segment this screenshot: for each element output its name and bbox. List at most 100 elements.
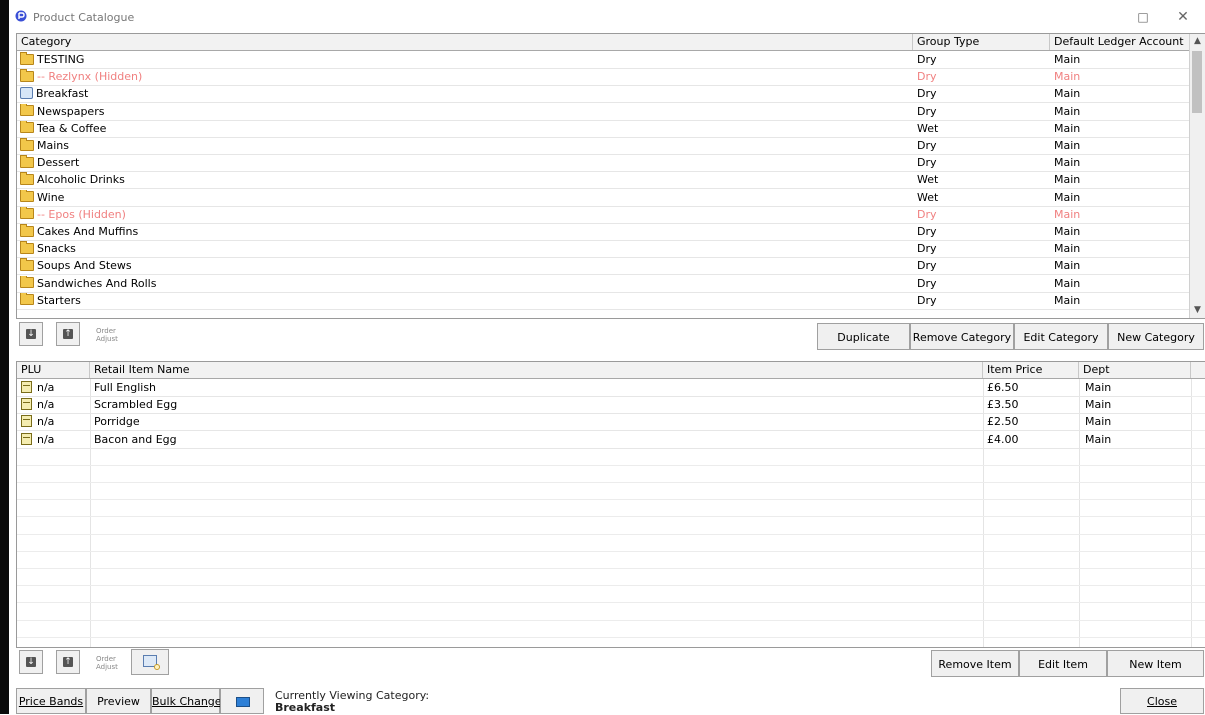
item-row[interactable]: n/a Scrambled Egg £3.50 Main xyxy=(17,397,1191,415)
category-name-cell: TESTING xyxy=(17,52,913,68)
item-name-cell: Porridge xyxy=(94,415,140,429)
category-row[interactable]: Starters Dry Main xyxy=(17,292,1189,310)
edit-item-button[interactable]: Edit Item xyxy=(1019,650,1107,677)
ledger-cell: Main xyxy=(1054,87,1081,101)
category-row[interactable]: Tea & Coffee Wet Main xyxy=(17,120,1189,138)
ledger-cell: Main xyxy=(1054,293,1081,307)
scroll-thumb[interactable] xyxy=(1192,51,1202,113)
app-logo-icon xyxy=(15,10,27,22)
category-row[interactable]: Mains Dry Main xyxy=(17,138,1189,155)
item-row[interactable]: n/a Full English £6.50 Main xyxy=(17,380,1191,397)
close-button[interactable]: Close xyxy=(1120,688,1204,714)
item-move-up-button[interactable]: ↑ xyxy=(56,650,80,674)
bulk-change-label: Bulk Change xyxy=(152,695,222,708)
group-type-cell: Dry xyxy=(917,139,937,152)
remove-category-button[interactable]: Remove Category xyxy=(910,323,1014,350)
adjust-label: Adjust xyxy=(96,335,118,343)
column-header-ledger[interactable]: Default Ledger Account xyxy=(1050,34,1190,50)
duplicate-button[interactable]: Duplicate xyxy=(817,323,910,350)
folder-icon xyxy=(20,275,34,289)
group-type-cell: Wet xyxy=(917,190,939,204)
price-bands-button[interactable]: Price Bands xyxy=(16,688,86,714)
category-name-cell: -- Epos (Hidden) xyxy=(17,206,913,223)
grid-line xyxy=(17,482,1205,483)
maximize-button[interactable]: □ xyxy=(1129,6,1157,28)
category-row[interactable]: -- Rezlynx (Hidden) Dry Main xyxy=(17,69,1189,87)
arrow-down-icon: ↓ xyxy=(26,329,36,339)
category-name-cell: Tea & Coffee xyxy=(17,120,913,137)
category-row[interactable]: Newspapers Dry Main xyxy=(17,103,1189,121)
category-row[interactable]: Sandwiches And Rolls Dry Main xyxy=(17,275,1189,293)
dept-cell: Main xyxy=(1085,398,1112,412)
column-header-item-name[interactable]: Retail Item Name xyxy=(90,362,983,378)
category-row[interactable]: Alcoholic Drinks Wet Main xyxy=(17,172,1189,190)
category-scrollbar[interactable]: ▲ ▼ xyxy=(1189,34,1205,318)
folder-icon xyxy=(20,241,34,254)
ledger-cell: Main xyxy=(1054,156,1081,170)
category-row[interactable]: Cakes And Muffins Dry Main xyxy=(17,224,1189,241)
folder-icon xyxy=(20,224,34,237)
grid-line xyxy=(17,585,1205,587)
category-row[interactable]: -- Epos (Hidden) Dry Main xyxy=(17,206,1189,224)
category-name: Soups And Stews xyxy=(37,259,132,273)
column-header-item-price[interactable]: Item Price xyxy=(983,362,1079,378)
window-left-edge xyxy=(0,0,9,714)
item-search-button[interactable] xyxy=(131,649,169,675)
category-name: Newspapers xyxy=(37,104,105,118)
column-header-category[interactable]: Category xyxy=(17,34,913,50)
items-grid[interactable]: PLU Retail Item Name Item Price Dept n/a… xyxy=(16,361,1205,648)
bulk-change-button[interactable]: Bulk Change xyxy=(151,688,222,714)
category-name-cell: Mains xyxy=(17,138,913,154)
category-row[interactable]: Soups And Stews Dry Main xyxy=(17,258,1189,276)
new-category-button[interactable]: New Category xyxy=(1108,323,1204,350)
category-name: Starters xyxy=(37,293,81,307)
category-move-down-button[interactable]: ↓ xyxy=(19,322,43,346)
category-name: Tea & Coffee xyxy=(37,121,107,135)
new-item-button[interactable]: New Item xyxy=(1107,650,1204,677)
folder-icon xyxy=(20,258,34,271)
column-header-dept[interactable]: Dept xyxy=(1079,362,1191,378)
category-name-cell: Newspapers xyxy=(17,103,913,120)
column-header-plu[interactable]: PLU xyxy=(17,362,90,378)
category-row[interactable]: Dessert Dry Main xyxy=(17,155,1189,173)
remove-item-button[interactable]: Remove Item xyxy=(931,650,1019,677)
title-bar: Product Catalogue □ ✕ xyxy=(9,0,1205,33)
category-row[interactable]: Wine Wet Main xyxy=(17,189,1189,207)
category-grid-header: Category Group Type Default Ledger Accou… xyxy=(17,34,1205,51)
item-move-down-button[interactable]: ↓ xyxy=(19,650,43,674)
ledger-cell: Main xyxy=(1054,259,1081,273)
arrow-down-icon: ↓ xyxy=(26,657,36,667)
category-name: Snacks xyxy=(37,242,76,256)
category-name: Sandwiches And Rolls xyxy=(37,276,157,290)
item-icon xyxy=(21,432,32,445)
scroll-up-icon[interactable]: ▲ xyxy=(1190,34,1205,49)
category-grid[interactable]: Category Group Type Default Ledger Accou… xyxy=(16,33,1205,319)
display-button[interactable] xyxy=(220,688,264,714)
grid-line xyxy=(17,499,1205,501)
item-row[interactable]: n/a Porridge £2.50 Main xyxy=(17,414,1191,432)
category-row[interactable]: Snacks Dry Main xyxy=(17,241,1189,259)
group-type-cell: Dry xyxy=(917,293,937,307)
plu-cell: n/a xyxy=(17,380,89,396)
items-grid-header: PLU Retail Item Name Item Price Dept xyxy=(17,362,1205,379)
column-header-group-type[interactable]: Group Type xyxy=(913,34,1050,50)
category-row[interactable]: TESTING Dry Main xyxy=(17,52,1189,69)
ledger-cell: Main xyxy=(1054,173,1081,187)
plu-cell: n/a xyxy=(17,432,89,448)
grid-line xyxy=(17,533,1205,535)
ledger-cell: Main xyxy=(1054,207,1081,221)
group-type-cell: Wet xyxy=(917,173,939,187)
category-name-cell: Sandwiches And Rolls xyxy=(17,275,913,292)
plu-cell: n/a xyxy=(17,414,89,430)
close-window-button[interactable]: ✕ xyxy=(1169,6,1197,28)
group-type-cell: Dry xyxy=(917,259,937,273)
preview-button[interactable]: Preview xyxy=(86,688,151,714)
scroll-down-icon[interactable]: ▼ xyxy=(1190,303,1205,318)
category-name: Mains xyxy=(37,139,69,152)
category-move-up-button[interactable]: ↑ xyxy=(56,322,80,346)
plu-value: n/a xyxy=(37,432,55,446)
item-row[interactable]: n/a Bacon and Egg £4.00 Main xyxy=(17,432,1191,449)
category-row[interactable]: Breakfast Dry Main xyxy=(17,86,1189,104)
ledger-cell: Main xyxy=(1054,139,1081,152)
edit-category-button[interactable]: Edit Category xyxy=(1014,323,1108,350)
